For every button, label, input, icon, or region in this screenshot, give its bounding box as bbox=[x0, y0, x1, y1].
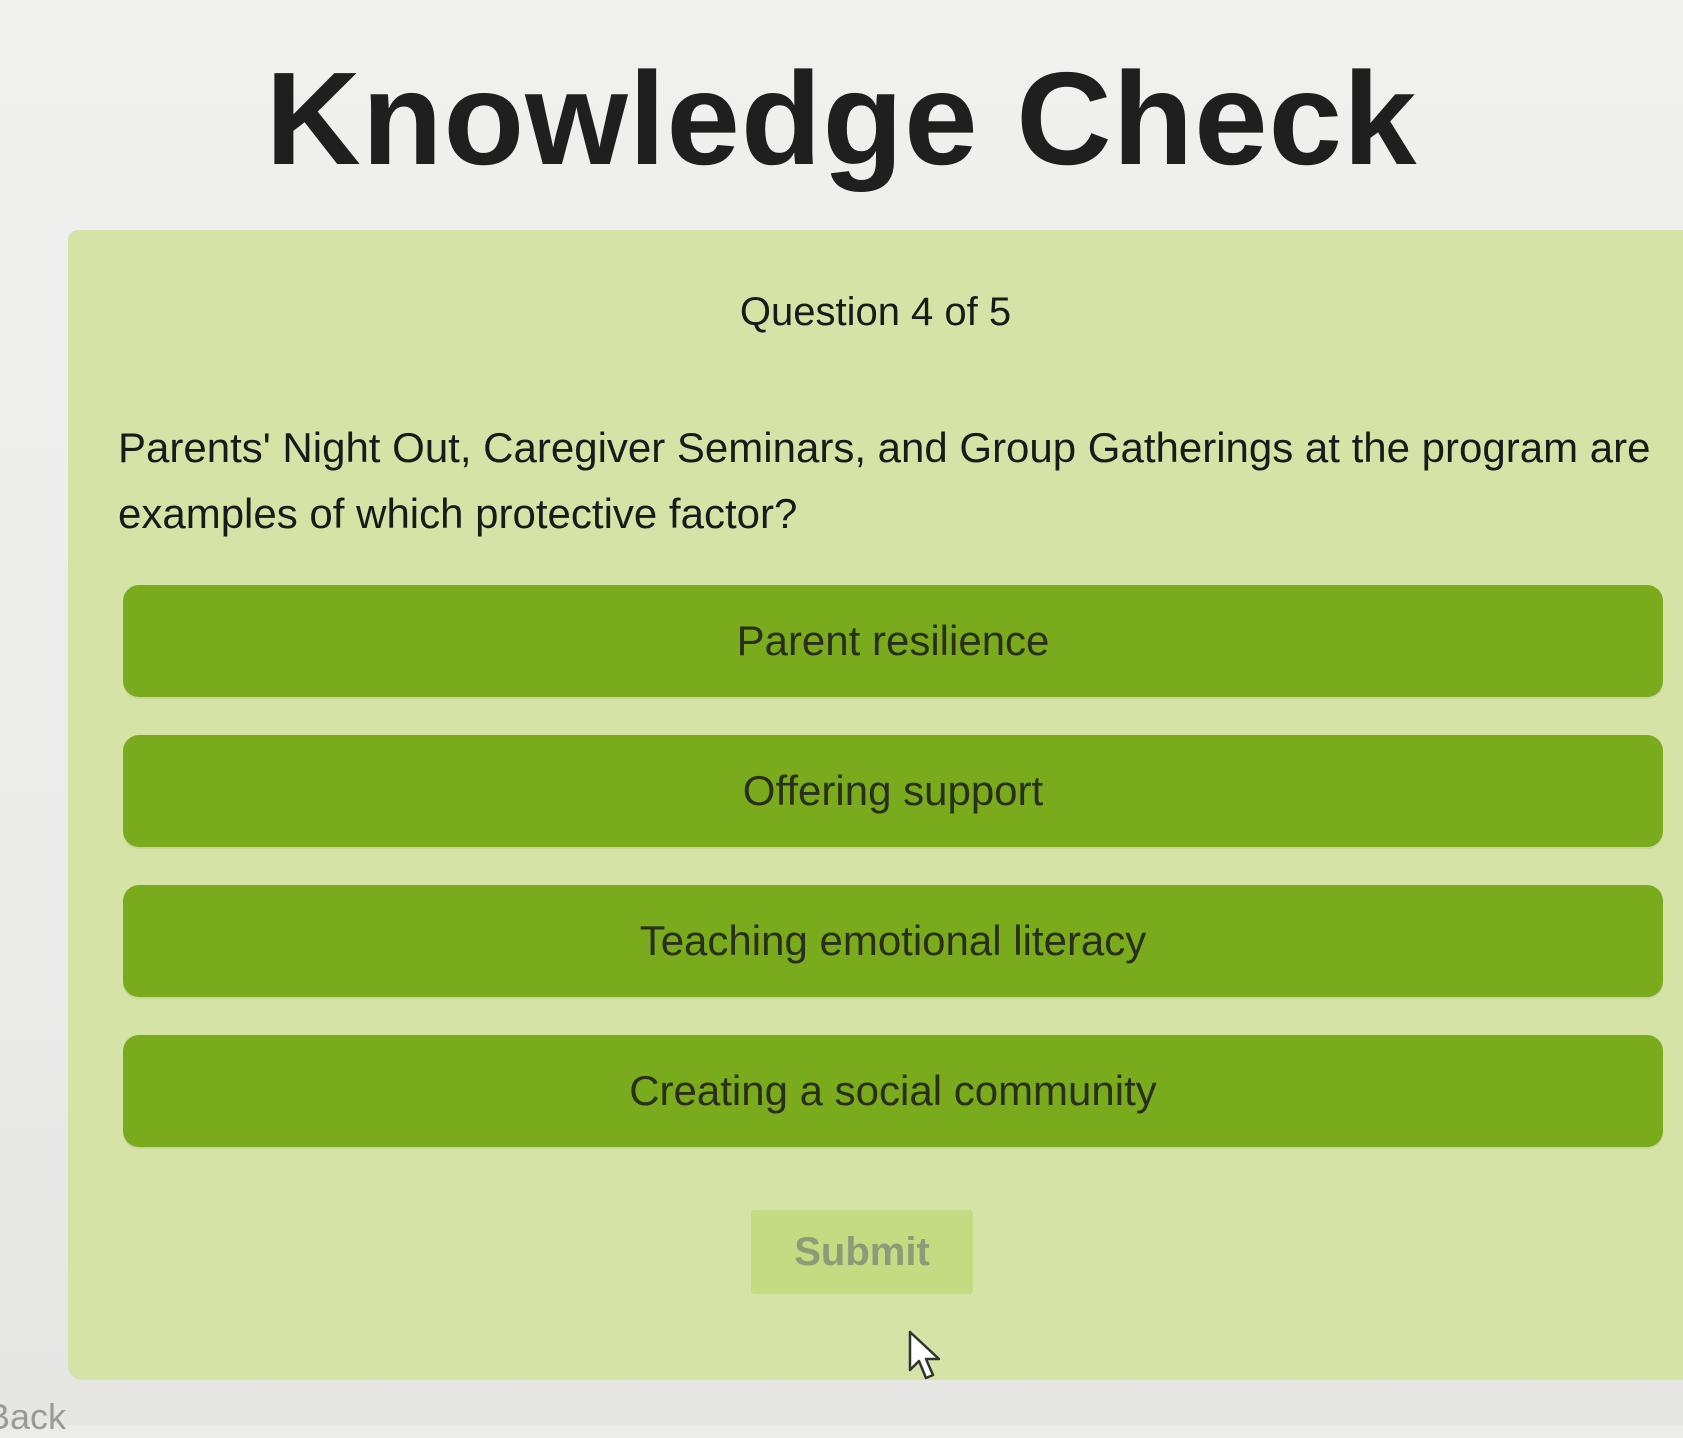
page-title: Knowledge Check bbox=[265, 45, 1418, 192]
question-text: Parents' Night Out, Caregiver Seminars, … bbox=[118, 424, 1651, 537]
submit-button[interactable]: Submit bbox=[751, 1210, 973, 1294]
answer-option-creating-social-community[interactable]: Creating a social community bbox=[123, 1035, 1663, 1147]
answer-option-offering-support[interactable]: Offering support bbox=[123, 735, 1663, 847]
answer-label: Creating a social community bbox=[629, 1067, 1157, 1114]
answer-option-parent-resilience[interactable]: Parent resilience bbox=[123, 585, 1663, 697]
mouse-pointer-icon bbox=[908, 1330, 948, 1382]
answer-option-teaching-emotional-literacy[interactable]: Teaching emotional literacy bbox=[123, 885, 1663, 997]
submit-label: Submit bbox=[794, 1229, 930, 1274]
back-link[interactable]: Back bbox=[0, 1396, 66, 1438]
answer-list: Parent resilience Offering support Teach… bbox=[123, 585, 1663, 1185]
question-counter: Question 4 of 5 bbox=[739, 290, 1012, 334]
answer-label: Parent resilience bbox=[736, 617, 1050, 664]
screen: Knowledge Check Question 4 of 5 Parents'… bbox=[0, 0, 1683, 1437]
answer-label: Offering support bbox=[742, 767, 1044, 814]
answer-label: Teaching emotional literacy bbox=[639, 917, 1147, 964]
quiz-panel: Question 4 of 5 Parents' Night Out, Care… bbox=[68, 230, 1683, 1380]
